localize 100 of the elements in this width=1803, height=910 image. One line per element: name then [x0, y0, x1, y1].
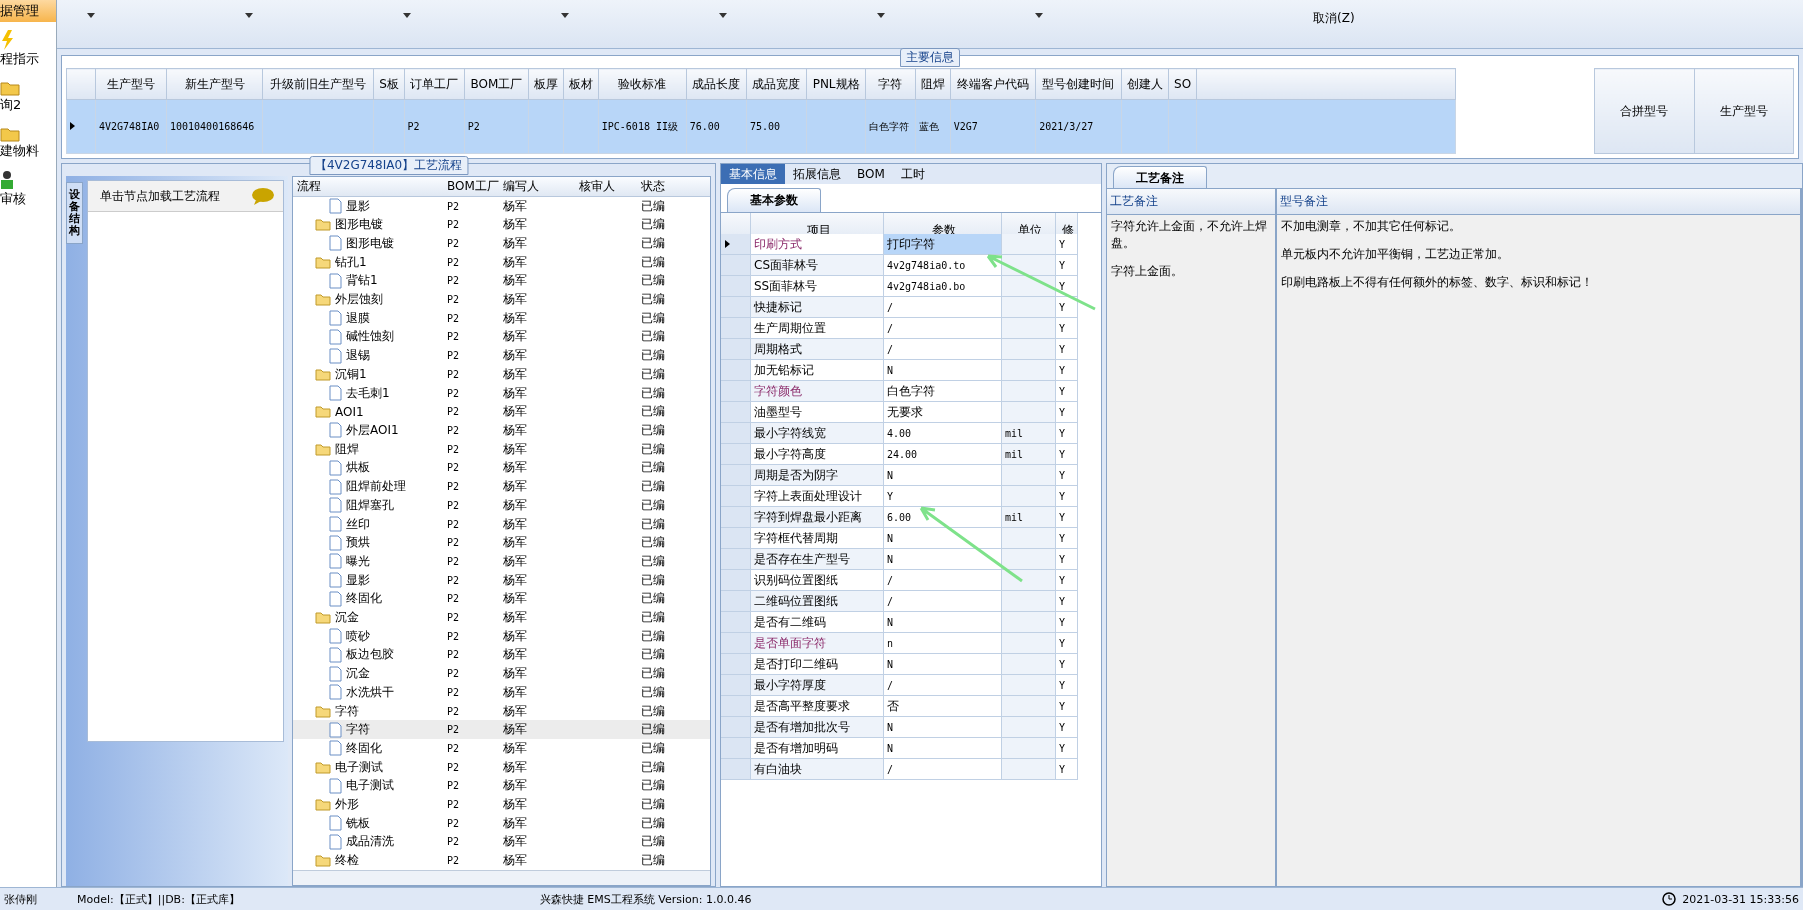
table-cell[interactable]: 打印字符: [884, 234, 1002, 255]
table-cell[interactable]: 4v2g748ia0.bo: [884, 276, 1002, 297]
tree-row[interactable]: 字符 P2 杨军 已编: [293, 720, 710, 740]
table-cell[interactable]: N: [884, 654, 1002, 675]
table-cell-text: 已编: [640, 665, 666, 683]
tab[interactable]: 工艺备注: [1113, 166, 1207, 188]
tree-node[interactable]: 曝光: [293, 552, 443, 570]
column-header: SO: [1168, 68, 1197, 100]
tree-node[interactable]: 外层蚀刻: [293, 291, 443, 309]
tree-node[interactable]: 喷砂: [293, 627, 443, 645]
dropdown-caret-icon[interactable]: [87, 13, 95, 18]
tree-node[interactable]: 字符: [293, 702, 443, 720]
table-cell[interactable]: /: [884, 318, 1002, 339]
tree-node[interactable]: 预烘: [293, 534, 443, 552]
table-cell[interactable]: N: [884, 465, 1002, 486]
column-header: 工艺备注: [1107, 189, 1275, 215]
nav-item[interactable]: 建物料: [0, 122, 56, 162]
tree-node[interactable]: 电子测试: [293, 777, 443, 795]
document-icon: [329, 478, 342, 495]
document-icon: [329, 665, 342, 682]
table-cell[interactable]: 4.00: [884, 423, 1002, 444]
table-cell[interactable]: /: [884, 759, 1002, 780]
tree-node[interactable]: 图形电镀: [293, 216, 443, 234]
tree-node[interactable]: 沉金: [293, 609, 443, 626]
table-cell-text: 已编: [640, 459, 666, 477]
tree-node[interactable]: 水洗烘干: [293, 683, 443, 701]
tree-node[interactable]: 沉金: [293, 665, 443, 683]
tree-node[interactable]: 钻孔1: [293, 253, 443, 271]
dropdown-caret-icon[interactable]: [719, 13, 727, 18]
tree-node[interactable]: 外层AOI1: [293, 422, 443, 439]
tree-node[interactable]: 终检: [293, 852, 443, 870]
table-cell[interactable]: N: [884, 738, 1002, 759]
table-cell[interactable]: 24.00: [884, 444, 1002, 465]
tree-node[interactable]: 板边包胶: [293, 646, 443, 664]
tree-node[interactable]: 阻焊塞孔: [293, 496, 443, 514]
tree-node[interactable]: AOI1: [293, 404, 443, 419]
table-cell[interactable]: N: [884, 528, 1002, 549]
tree-node[interactable]: 显影: [293, 571, 443, 589]
table-cell-text: 杨军: [502, 833, 528, 851]
table-cell-text: P2: [446, 761, 461, 773]
tree-node[interactable]: 阻焊: [293, 440, 443, 458]
nav-item[interactable]: 询2: [0, 76, 56, 116]
tree-node[interactable]: 退膜: [293, 309, 443, 327]
tree-node[interactable]: 字符: [293, 721, 443, 739]
tree-node[interactable]: 阻焊前处理: [293, 478, 443, 496]
tree-node[interactable]: 烘板: [293, 459, 443, 477]
table-cell: [1002, 402, 1056, 423]
nav-item[interactable]: 程指示: [0, 28, 56, 70]
nav-item[interactable]: 据管理: [0, 0, 56, 22]
tab[interactable]: 拓展信息: [785, 164, 849, 184]
dropdown-caret-icon[interactable]: [403, 13, 411, 18]
tree-node[interactable]: 成品清洗: [293, 833, 443, 851]
table-cell-text: 已编: [640, 365, 666, 383]
table-cell[interactable]: N: [884, 717, 1002, 738]
horizontal-scrollbar[interactable]: [293, 870, 710, 885]
tab[interactable]: 基本信息: [721, 164, 785, 184]
tree-node[interactable]: 图形电镀: [293, 234, 443, 252]
table-cell[interactable]: 4v2g748ia0.to: [884, 255, 1002, 276]
table-cell[interactable]: /: [884, 570, 1002, 591]
table-cell[interactable]: 6.00: [884, 507, 1002, 528]
table-cell[interactable]: 白色字符: [884, 381, 1002, 402]
tree-node[interactable]: 外形: [293, 796, 443, 814]
tab[interactable]: BOM: [849, 164, 893, 184]
tree-node[interactable]: 终固化: [293, 590, 443, 608]
table-cell[interactable]: /: [884, 591, 1002, 612]
table-cell[interactable]: Y: [884, 486, 1002, 507]
table-cell[interactable]: /: [884, 297, 1002, 318]
dropdown-caret-icon[interactable]: [1035, 13, 1043, 18]
tree-node[interactable]: 终固化: [293, 739, 443, 757]
cancel-button[interactable]: 取消(Z): [1313, 4, 1355, 27]
tab[interactable]: 工时: [892, 164, 933, 184]
table-cell[interactable]: n: [884, 633, 1002, 654]
table-cell[interactable]: 无要求: [884, 402, 1002, 423]
dropdown-caret-icon[interactable]: [561, 13, 569, 18]
table-cell[interactable]: N: [884, 612, 1002, 633]
tree-node[interactable]: 电子测试: [293, 758, 443, 776]
table-cell[interactable]: N: [884, 360, 1002, 381]
tree-node[interactable]: 背钻1: [293, 272, 443, 290]
table-cell-text: 已编: [640, 440, 666, 458]
table-cell-text: P2: [446, 668, 461, 680]
tree-node[interactable]: 去毛刺1: [293, 384, 443, 402]
tree-node[interactable]: 铣板: [293, 814, 443, 832]
table-cell[interactable]: 否: [884, 696, 1002, 717]
tree-node[interactable]: 退锡: [293, 347, 443, 365]
table-cell-text: 已编: [640, 702, 666, 720]
tree-node[interactable]: 丝印: [293, 515, 443, 533]
table-cell[interactable]: /: [884, 339, 1002, 360]
side-tab[interactable]: 设备结构: [66, 182, 83, 245]
tab[interactable]: 基本参数: [727, 188, 821, 212]
tree-node[interactable]: 碱性蚀刻: [293, 328, 443, 346]
nav-item[interactable]: 审核: [0, 168, 56, 210]
table-cell[interactable]: /: [884, 675, 1002, 696]
dropdown-caret-icon[interactable]: [877, 13, 885, 18]
tree-node[interactable]: 沉铜1: [293, 365, 443, 383]
table-cell-text: 杨军: [502, 609, 528, 626]
table-cell-text: P2: [446, 836, 461, 848]
dropdown-caret-icon[interactable]: [245, 13, 253, 18]
tree-node[interactable]: 显影: [293, 197, 443, 215]
table-cell: Y: [1056, 402, 1078, 423]
table-cell[interactable]: N: [884, 549, 1002, 570]
